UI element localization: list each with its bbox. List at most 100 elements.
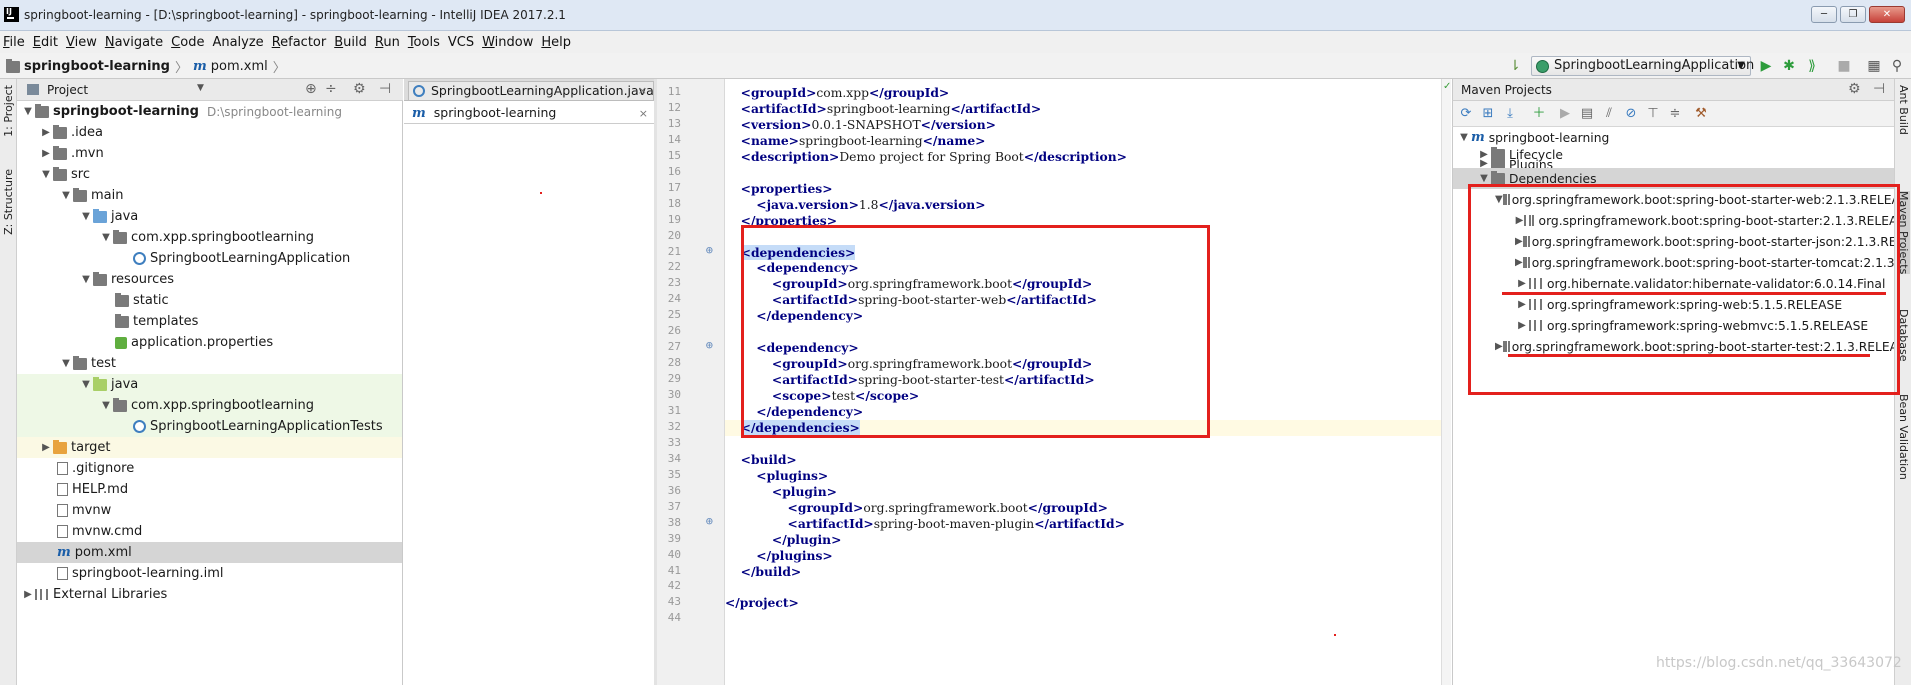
code-line[interactable]: </plugins> <box>725 548 1451 564</box>
tool-window-ant-build[interactable]: Ant Build <box>1897 85 1910 135</box>
code-line[interactable]: <java.version>1.8</java.version> <box>725 197 1451 213</box>
menu-tools[interactable]: Tools <box>408 35 448 50</box>
tool-window-structure[interactable]: Z: Structure <box>2 169 15 235</box>
tab-application-java[interactable]: SpringbootLearningApplication.java × <box>408 81 654 101</box>
tree-row-resources[interactable]: ▼ resources <box>17 269 402 290</box>
menu-help[interactable]: Help <box>541 35 579 50</box>
breadcrumb-project[interactable]: springboot-learning <box>24 59 170 74</box>
code-line[interactable] <box>725 165 1451 181</box>
tree-row-target[interactable]: ▶ target <box>17 437 402 458</box>
tree-row-pom-xml[interactable]: m pom.xml <box>17 542 402 563</box>
code-line[interactable]: <plugin> <box>725 484 1451 500</box>
tree-row-test-java[interactable]: ▼ java <box>17 374 402 395</box>
tree-row-templates[interactable]: templates <box>17 311 402 332</box>
close-tab-icon[interactable]: × <box>639 103 648 124</box>
maximize-button[interactable]: ❐ <box>1840 6 1866 23</box>
tree-row-external-libraries[interactable]: ▶ External Libraries <box>17 584 402 605</box>
code-line[interactable]: <version>0.0.1-SNAPSHOT</version> <box>725 117 1451 133</box>
code-line[interactable]: <build> <box>725 452 1451 468</box>
show-dependencies-icon[interactable]: ⊤ <box>1645 106 1661 122</box>
tree-row-root[interactable]: ▼ springboot-learning D:\springboot-learni… <box>17 101 402 122</box>
override-marker-icon[interactable]: ⊕ <box>689 338 713 352</box>
run-icon[interactable]: ▶ <box>1758 58 1774 74</box>
run-goal-icon[interactable]: ▶ <box>1557 106 1573 122</box>
coverage-icon[interactable]: ⟫ <box>1804 58 1820 74</box>
tree-row-test[interactable]: ▼ test <box>17 353 402 374</box>
add-icon[interactable]: ＋ <box>1531 106 1547 122</box>
run-config-icon[interactable]: ▤ <box>1579 106 1595 122</box>
menu-navigate[interactable]: Navigate <box>105 35 171 50</box>
run-configuration-select[interactable]: SpringbootLearningApplication ▼ <box>1531 56 1754 76</box>
menu-edit[interactable]: Edit <box>33 35 66 50</box>
tree-row-application-class[interactable]: SpringbootLearningApplication <box>17 248 402 269</box>
code-line[interactable]: <artifactId>spring-boot-maven-plugin</ar… <box>725 516 1451 532</box>
code-line[interactable]: <name>springboot-learning</name> <box>725 133 1451 149</box>
menu-code[interactable]: Code <box>171 35 212 50</box>
menu-vcs[interactable]: VCS <box>448 35 482 50</box>
breadcrumb-file[interactable]: pom.xml <box>211 59 268 74</box>
minimize-button[interactable]: ─ <box>1811 6 1837 23</box>
tree-row-main-package[interactable]: ▼ com.xpp.springbootlearning <box>17 227 402 248</box>
tree-row-test-package[interactable]: ▼ com.xpp.springbootlearning <box>17 395 402 416</box>
menu-refactor[interactable]: Refactor <box>272 35 335 50</box>
chevron-down-icon[interactable]: ▼ <box>197 83 204 93</box>
close-button[interactable]: ✕ <box>1869 6 1905 23</box>
tree-row-gitignore[interactable]: .gitignore <box>17 458 402 479</box>
menu-build[interactable]: Build <box>334 35 375 50</box>
code-line[interactable]: </build> <box>725 564 1451 580</box>
generate-sources-icon[interactable]: ⊞ <box>1480 106 1496 122</box>
settings-icon[interactable]: ⚒ <box>1693 106 1709 122</box>
tab-pom[interactable]: m springboot-learning × <box>404 102 654 124</box>
code-line[interactable]: <plugins> <box>725 468 1451 484</box>
override-marker-icon[interactable]: ⊕ <box>689 514 713 528</box>
menu-view[interactable]: View <box>66 35 105 50</box>
tree-row-iml[interactable]: springboot-learning.iml <box>17 563 402 584</box>
tree-row-src[interactable]: ▼ src <box>17 164 402 185</box>
toggle-offline-icon[interactable]: ⫽ <box>1601 106 1617 122</box>
hide-panel-icon[interactable]: ⊣ <box>379 81 391 97</box>
override-marker-icon[interactable]: ⊕ <box>689 243 713 257</box>
menu-run[interactable]: Run <box>375 35 408 50</box>
editor-scrollbar[interactable]: ✓ <box>1441 79 1451 685</box>
tree-row-main-java[interactable]: ▼ java <box>17 206 402 227</box>
collapse-all-icon[interactable]: ÷ <box>325 81 337 97</box>
tree-row-tests-class[interactable]: SpringbootLearningApplicationTests <box>17 416 402 437</box>
tree-row-idea[interactable]: ▶ .idea <box>17 122 402 143</box>
gear-icon[interactable]: ⚙ <box>353 81 366 97</box>
menu-file[interactable]: File <box>3 35 33 50</box>
reimport-icon[interactable]: ⟳ <box>1458 106 1474 122</box>
build-hammer-icon[interactable]: ⇂ <box>1507 58 1523 74</box>
hide-panel-icon[interactable]: ⊣ <box>1873 81 1885 97</box>
code-line[interactable]: <properties> <box>725 181 1451 197</box>
code-line[interactable]: <artifactId>springboot-learning</artifac… <box>725 101 1451 117</box>
code-line[interactable] <box>725 579 1451 595</box>
tree-row-mvnw[interactable]: mvnw <box>17 500 402 521</box>
tree-row-mvnw-cmd[interactable]: mvnw.cmd <box>17 521 402 542</box>
download-icon[interactable]: ⤓ <box>1502 106 1518 122</box>
gear-icon[interactable]: ⚙ <box>1848 81 1861 97</box>
tree-row-help-md[interactable]: HELP.md <box>17 479 402 500</box>
code-line[interactable] <box>725 611 1451 627</box>
code-line[interactable]: </plugin> <box>725 532 1451 548</box>
code-line[interactable]: <groupId>com.xpp</groupId> <box>725 85 1451 101</box>
collapse-all-icon[interactable]: ≑ <box>1667 106 1683 122</box>
tree-row-static[interactable]: static <box>17 290 402 311</box>
tree-row-main[interactable]: ▼ main <box>17 185 402 206</box>
scroll-from-source-icon[interactable]: ⊕ <box>305 81 317 97</box>
skip-tests-icon[interactable]: ⊘ <box>1623 106 1639 122</box>
project-panel-title[interactable]: Project <box>47 83 88 97</box>
code-line[interactable] <box>725 436 1451 452</box>
menu-window[interactable]: Window <box>482 35 541 50</box>
tool-window-bean-validation[interactable]: Bean Validation <box>1897 394 1910 480</box>
project-structure-icon[interactable]: ▦ <box>1866 58 1882 74</box>
close-tab-icon[interactable]: × <box>638 82 647 100</box>
search-icon[interactable]: ⚲ <box>1889 58 1905 74</box>
maven-row-plugins[interactable]: ▶ Plugins <box>1453 158 1894 168</box>
debug-icon[interactable]: ✱ <box>1781 58 1797 74</box>
tree-row-mvn[interactable]: ▶ .mvn <box>17 143 402 164</box>
tree-row-application-properties[interactable]: application.properties <box>17 332 402 353</box>
code-line[interactable]: </project> <box>725 595 1451 611</box>
code-line[interactable]: <groupId>org.springframework.boot</group… <box>725 500 1451 516</box>
tool-window-project[interactable]: 1: Project <box>2 85 15 137</box>
menu-analyze[interactable]: Analyze <box>212 35 271 50</box>
